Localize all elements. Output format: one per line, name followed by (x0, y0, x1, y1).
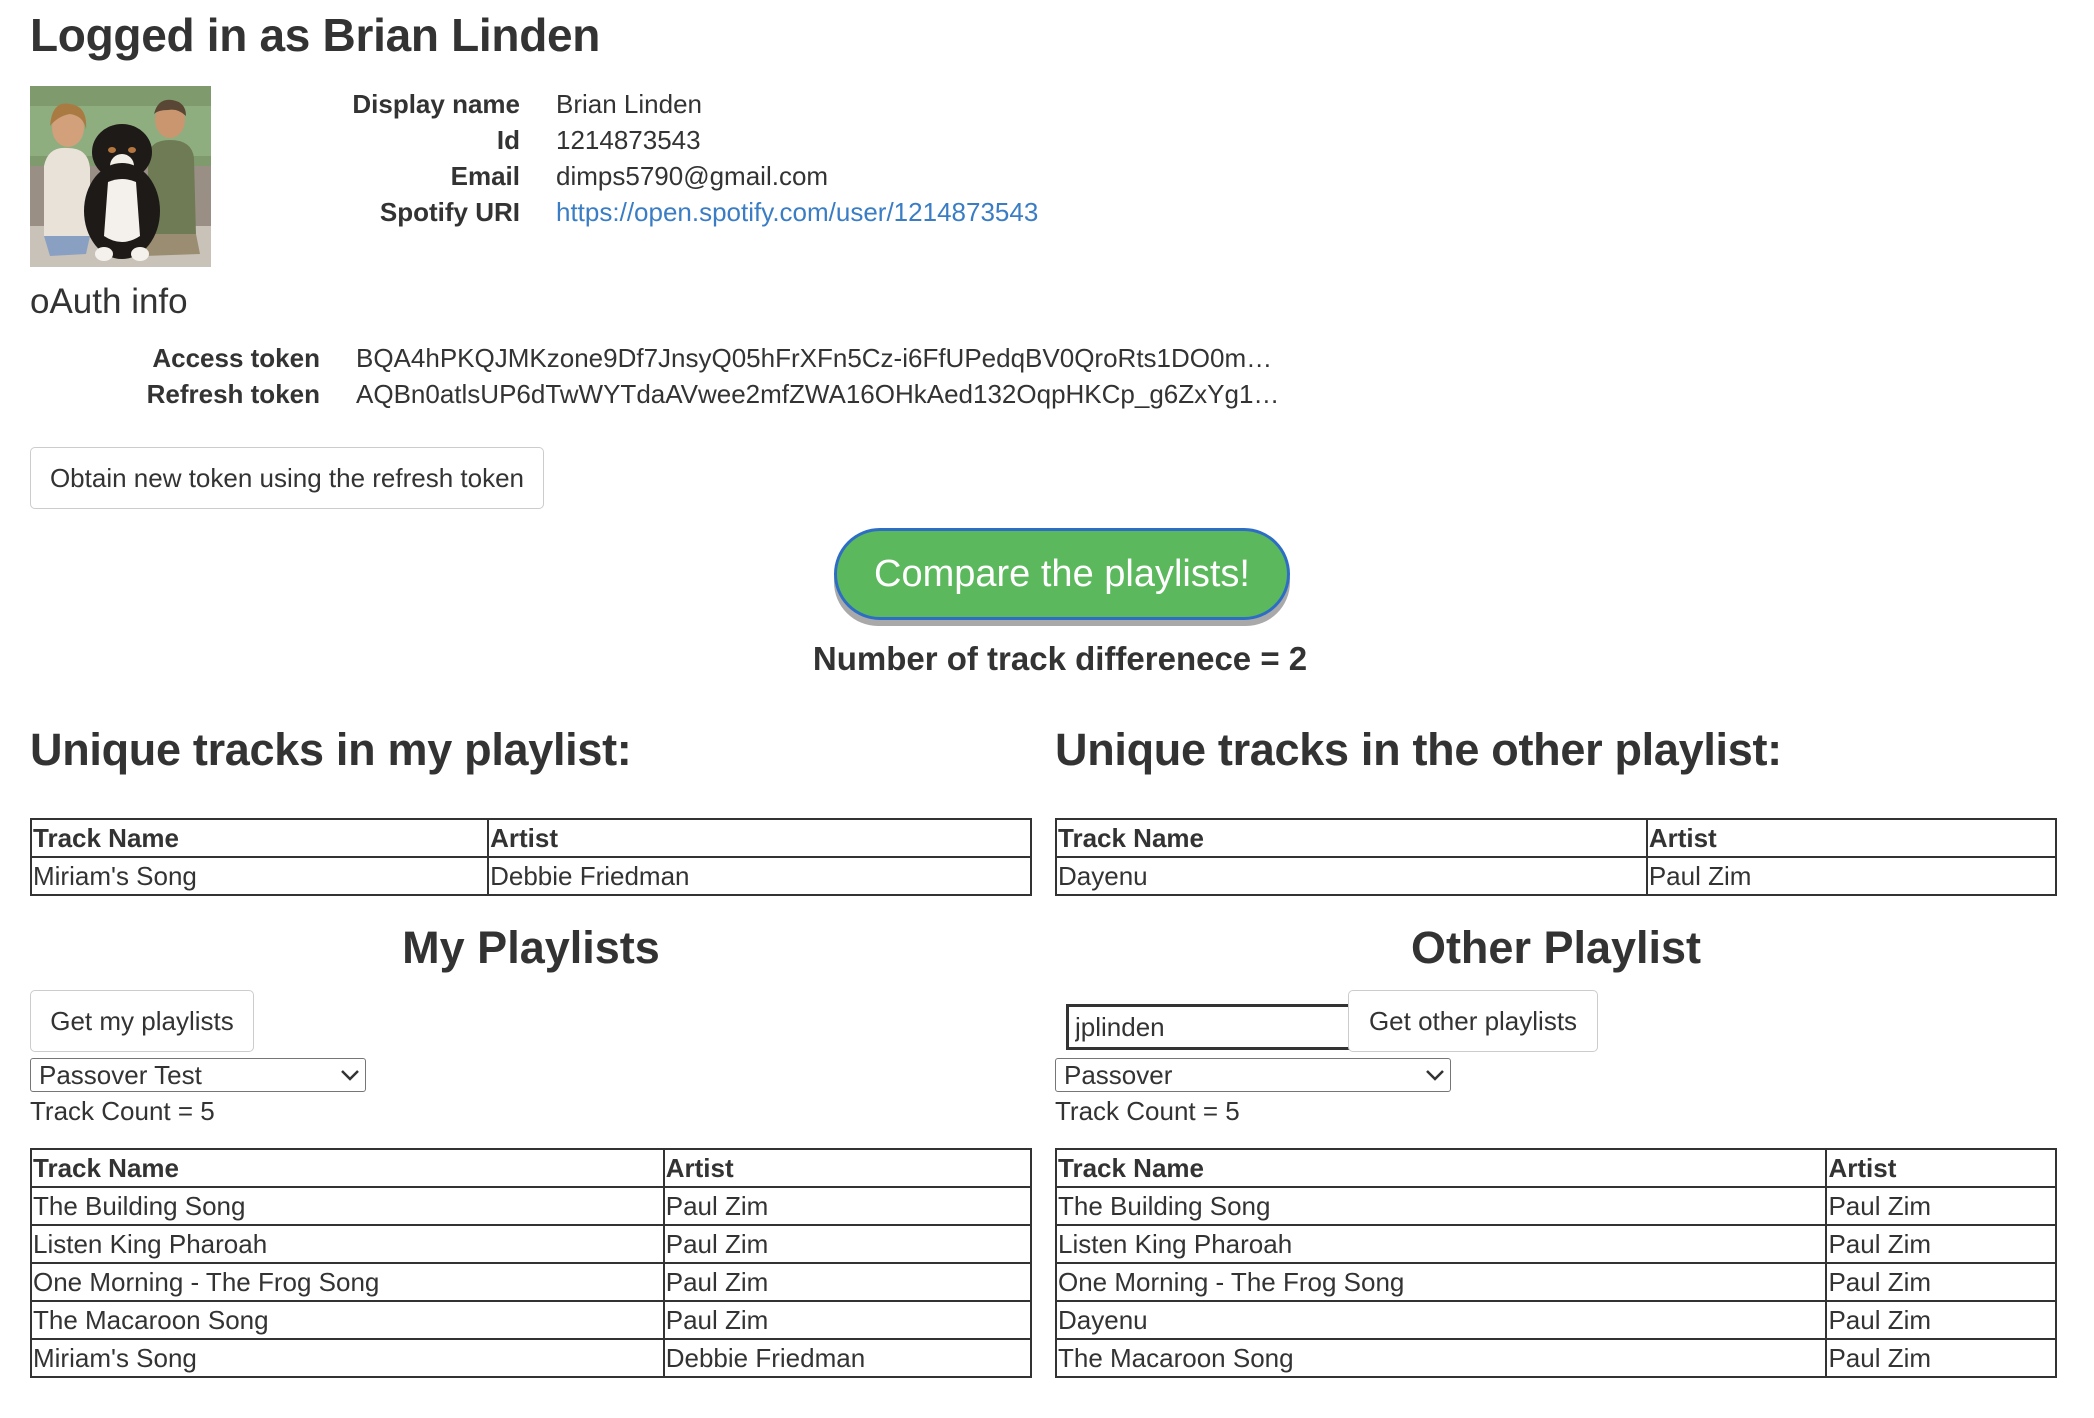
profile-info: Display name Brian Linden Id 1214873543 … (230, 86, 1076, 230)
track-name-header: Track Name (1054, 1148, 1828, 1188)
artist-cell: Paul Zim (662, 1262, 1033, 1302)
refresh-token-label: Refresh token (146, 379, 320, 409)
track-name-cell: Dayenu (1054, 1300, 1828, 1340)
artist-cell: Paul Zim (662, 1186, 1033, 1226)
table-header-row: Track Name Artist (29, 818, 1032, 858)
display-name-label: Display name (352, 89, 520, 119)
compare-playlists-button[interactable]: Compare the playlists! (834, 528, 1290, 620)
track-name-header: Track Name (30, 1148, 665, 1188)
get-my-playlists-button[interactable]: Get my playlists (30, 990, 254, 1052)
table-header-row: Track Name Artist (1054, 1148, 2057, 1188)
table-row: One Morning - The Frog Song Paul Zim (1054, 1262, 2057, 1302)
other-playlist-selected: Passover (1064, 1059, 1173, 1090)
page-title: Logged in as Brian Linden (30, 9, 601, 61)
email-value: dimps5790@gmail.com (556, 161, 829, 191)
spotify-uri-label: Spotify URI (379, 197, 520, 227)
track-name-cell: The Macaroon Song (30, 1300, 665, 1340)
track-name-cell: Listen King Pharoah (1054, 1224, 1828, 1264)
id-label: Id (496, 125, 520, 155)
other-playlist-select[interactable]: Passover (1055, 1058, 1451, 1092)
track-difference-count: Number of track differenece = 2 (812, 640, 1308, 677)
artist-cell: Paul Zim (662, 1300, 1033, 1340)
table-row: Dayenu Paul Zim (1054, 1300, 2057, 1340)
get-other-playlists-button[interactable]: Get other playlists (1348, 990, 1598, 1052)
my-playlist-table: Track Name Artist The Building Song Paul … (30, 1148, 1033, 1378)
display-name-value: Brian Linden (556, 89, 702, 119)
other-username-input[interactable] (1066, 1004, 1354, 1050)
artist-cell: Paul Zim (1825, 1186, 2057, 1226)
artist-cell: Paul Zim (1825, 1262, 2057, 1302)
other-track-count: Track Count = 5 (1055, 1096, 1240, 1126)
track-name-cell: Dayenu (1055, 856, 1648, 896)
artist-cell: Debbie Friedman (487, 856, 1032, 896)
refresh-token-button[interactable]: Obtain new token using the refresh token (30, 447, 544, 509)
track-name-cell: The Building Song (30, 1186, 665, 1226)
access-token-value: BQA4hPKQJMKzone9Df7JnsyQ05hFrXFn5Cz-i6Ff… (356, 343, 1281, 373)
chevron-down-icon (1420, 1060, 1450, 1090)
unique-other-table: Track Name Artist Dayenu Paul Zim (1055, 818, 2058, 896)
email-label: Email (450, 161, 520, 191)
artist-header: Artist (487, 818, 1032, 858)
my-track-count: Track Count = 5 (30, 1096, 215, 1126)
track-name-cell: Miriam's Song (30, 1338, 665, 1378)
track-name-header: Track Name (1055, 818, 1648, 858)
refresh-token-value: AQBn0atlsUP6dTwWYTdaAVwee2mfZWA16OHkAed1… (356, 379, 1280, 409)
table-row: One Morning - The Frog Song Paul Zim (30, 1262, 1033, 1302)
artist-cell: Debbie Friedman (662, 1338, 1033, 1378)
track-name-cell: Miriam's Song (29, 856, 490, 896)
other-playlist-table: Track Name Artist The Building Song Paul … (1054, 1148, 2057, 1378)
table-row: Dayenu Paul Zim (1055, 856, 2058, 896)
table-row: Listen King Pharoah Paul Zim (30, 1224, 1033, 1264)
track-name-cell: One Morning - The Frog Song (1054, 1262, 1828, 1302)
track-name-header: Track Name (29, 818, 490, 858)
oauth-info: Access token BQA4hPKQJMKzone9Df7JnsyQ05h… (30, 340, 1281, 412)
unique-other-heading: Unique tracks in the other playlist: (1055, 724, 1782, 775)
my-playlists-heading: My Playlists (402, 922, 660, 973)
my-playlist-selected: Passover Test (39, 1059, 202, 1090)
unique-mine-table: Track Name Artist Miriam's Song Debbie F… (29, 818, 1032, 896)
profile-photo-icon (30, 86, 211, 267)
table-row: The Building Song Paul Zim (30, 1186, 1033, 1226)
artist-cell: Paul Zim (1825, 1224, 2057, 1264)
artist-cell: Paul Zim (1645, 856, 2058, 896)
table-row: Listen King Pharoah Paul Zim (1054, 1224, 2057, 1264)
chevron-down-icon (335, 1060, 365, 1090)
table-header-row: Track Name Artist (30, 1148, 1033, 1188)
oauth-heading: oAuth info (30, 282, 188, 321)
access-token-label: Access token (152, 343, 320, 373)
track-name-cell: One Morning - The Frog Song (30, 1262, 665, 1302)
track-name-cell: The Macaroon Song (1054, 1338, 1828, 1378)
other-playlist-heading: Other Playlist (1410, 922, 1702, 973)
table-row: Miriam's Song Debbie Friedman (29, 856, 1032, 896)
table-row: The Building Song Paul Zim (1054, 1186, 2057, 1226)
table-row: The Macaroon Song Paul Zim (30, 1300, 1033, 1340)
page: Logged in as Brian Linden Display name B… (0, 0, 2094, 1418)
table-row: Miriam's Song Debbie Friedman (30, 1338, 1033, 1378)
artist-cell: Paul Zim (1825, 1338, 2057, 1378)
artist-header: Artist (662, 1148, 1033, 1188)
table-header-row: Track Name Artist (1055, 818, 2058, 858)
artist-header: Artist (1645, 818, 2058, 858)
artist-header: Artist (1825, 1148, 2057, 1188)
my-playlist-select[interactable]: Passover Test (30, 1058, 366, 1092)
spotify-uri-link[interactable]: https://open.spotify.com/user/1214873543 (556, 197, 1038, 227)
artist-cell: Paul Zim (662, 1224, 1033, 1264)
artist-cell: Paul Zim (1825, 1300, 2057, 1340)
unique-mine-heading: Unique tracks in my playlist: (30, 724, 632, 775)
avatar (30, 86, 211, 267)
track-name-cell: The Building Song (1054, 1186, 1828, 1226)
table-row: The Macaroon Song Paul Zim (1054, 1338, 2057, 1378)
track-name-cell: Listen King Pharoah (30, 1224, 665, 1264)
id-value: 1214873543 (556, 125, 701, 155)
